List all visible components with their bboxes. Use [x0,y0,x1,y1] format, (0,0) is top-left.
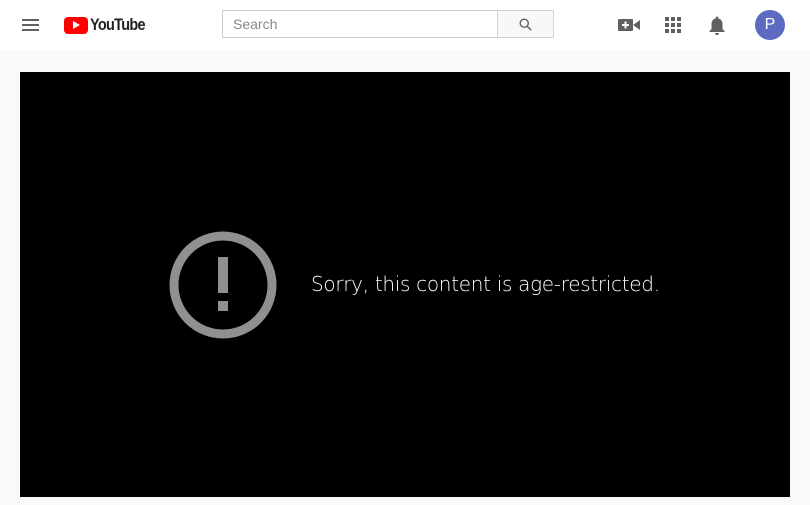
avatar-initial: P [764,16,776,33]
notifications-button[interactable] [705,13,729,37]
masthead: YouTube P [0,0,810,50]
hamburger-menu-icon[interactable] [21,15,41,35]
search-button[interactable] [497,10,554,38]
youtube-logo[interactable]: YouTube [64,14,155,36]
avatar[interactable]: P [755,10,785,40]
exclamation-circle-icon [169,231,277,339]
logo-text: YouTube [90,15,146,34]
youtube-play-icon [64,16,88,34]
video-camera-plus-icon [618,19,640,31]
search-input[interactable] [222,10,497,38]
error-message: Sorry, this content is age-restricted. [311,272,660,296]
apps-grid-icon [665,17,681,33]
apps-button[interactable] [661,13,685,37]
bell-icon [709,16,725,35]
search-bar [222,10,554,38]
create-video-button[interactable] [617,13,641,37]
search-icon [519,18,532,31]
video-player[interactable]: Sorry, this content is age-restricted. [20,72,790,497]
